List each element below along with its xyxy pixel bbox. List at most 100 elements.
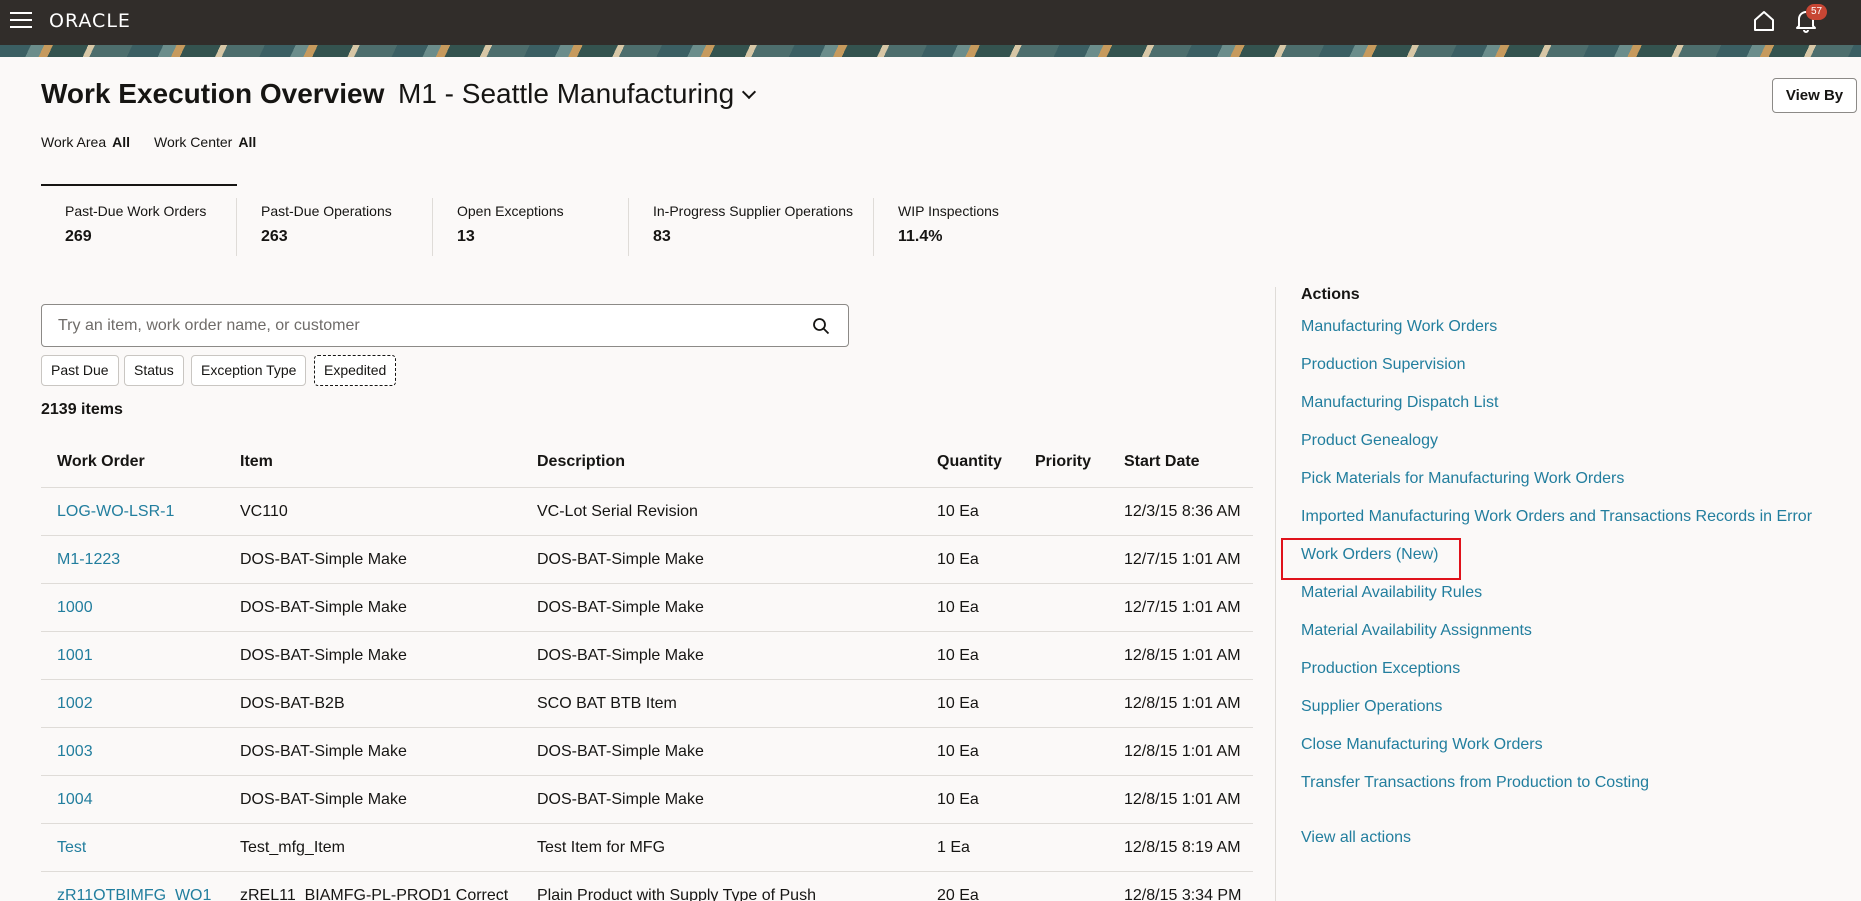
table-cell: 12/7/15 1:01 AM	[1124, 551, 1241, 568]
organization-selector[interactable]: M1 - Seattle Manufacturing	[398, 78, 757, 110]
action-link[interactable]: Imported Manufacturing Work Orders and T…	[1301, 508, 1812, 526]
column-header-work-order[interactable]: Work Order	[57, 453, 145, 471]
work-order-link[interactable]: 1000	[57, 599, 93, 617]
table-cell: DOS-BAT-Simple Make	[537, 647, 704, 664]
chip-exception-type[interactable]: Exception Type	[191, 355, 307, 386]
table-cell: Test_mfg_Item	[240, 839, 345, 856]
table-cell: DOS-BAT-Simple Make	[537, 551, 704, 568]
table-cell: DOS-BAT-Simple Make	[240, 791, 407, 808]
metric-label: WIP Inspections	[898, 203, 999, 219]
metric-wip-inspections[interactable]: WIP Inspections 11.4%	[874, 184, 1024, 262]
table-cell: 10 Ea	[937, 647, 979, 664]
table-cell: 12/8/15 3:34 PM	[1124, 887, 1242, 901]
notification-badge: 57	[1806, 4, 1828, 20]
chip-status[interactable]: Status	[124, 355, 184, 386]
work-order-link[interactable]: 1004	[57, 791, 93, 809]
table-cell: 12/8/15 1:01 AM	[1124, 647, 1241, 664]
metric-label: Past-Due Work Orders	[65, 203, 207, 219]
view-by-button[interactable]: View By	[1772, 78, 1857, 113]
view-all-actions-link[interactable]: View all actions	[1301, 829, 1411, 847]
action-link[interactable]: Production Exceptions	[1301, 660, 1460, 678]
column-header-quantity[interactable]: Quantity	[937, 453, 1002, 471]
action-link[interactable]: Material Availability Rules	[1301, 584, 1482, 602]
work-order-link[interactable]: 1001	[57, 647, 93, 665]
action-link[interactable]: Material Availability Assignments	[1301, 622, 1532, 640]
action-link[interactable]: Production Supervision	[1301, 356, 1466, 374]
header-banner	[0, 45, 1861, 57]
highlight-box	[1281, 538, 1461, 580]
work-order-link[interactable]: 1003	[57, 743, 93, 761]
table-cell: zREL11_BIAMFG-PL-PROD1 Correct	[240, 887, 509, 901]
work-order-link[interactable]: Test	[57, 839, 86, 857]
chip-past-due[interactable]: Past Due	[41, 355, 119, 386]
table-cell: DOS-BAT-B2B	[240, 695, 345, 712]
column-header-priority[interactable]: Priority	[1035, 453, 1091, 471]
work-center-label: Work Center	[154, 134, 233, 150]
table-cell: DOS-BAT-Simple Make	[537, 791, 704, 808]
work-area-label: Work Area	[41, 134, 107, 150]
table-cell: 20 Ea	[937, 887, 979, 901]
table-cell: DOS-BAT-Simple Make	[240, 743, 407, 760]
chip-expedited[interactable]: Expedited	[314, 355, 397, 386]
action-link[interactable]: Close Manufacturing Work Orders	[1301, 736, 1543, 754]
divider	[1275, 287, 1276, 901]
search-icon[interactable]	[812, 317, 830, 335]
action-link[interactable]: Product Genealogy	[1301, 432, 1438, 450]
action-link[interactable]: Pick Materials for Manufacturing Work Or…	[1301, 470, 1624, 488]
metric-open-exceptions[interactable]: Open Exceptions 13	[433, 184, 629, 262]
work-order-link[interactable]: 1002	[57, 695, 93, 713]
metric-label: Open Exceptions	[457, 203, 564, 219]
metric-value: 11.4%	[898, 228, 943, 245]
table-row[interactable]: 1000 DOS-BAT-Simple Make DOS-BAT-Simple Ma…	[41, 584, 1253, 632]
column-header-item[interactable]: Item	[240, 453, 273, 471]
table-cell: 10 Ea	[937, 743, 979, 760]
table-cell: 10 Ea	[937, 503, 979, 520]
table-row[interactable]: LOG-WO-LSR-1 VC110 VC-Lot Serial Revision 1…	[41, 488, 1253, 536]
table-row[interactable]: 1001 DOS-BAT-Simple Make DOS-BAT-Simple Ma…	[41, 632, 1253, 680]
metric-past-due-work-orders[interactable]: Past-Due Work Orders 269	[41, 184, 237, 262]
column-header-start-date[interactable]: Start Date	[1124, 453, 1200, 471]
action-link[interactable]: Supplier Operations	[1301, 698, 1442, 716]
table-cell: DOS-BAT-Simple Make	[537, 743, 704, 760]
table-row[interactable]: 1003 DOS-BAT-Simple Make DOS-BAT-Simple Ma…	[41, 728, 1253, 776]
actions-title: Actions	[1301, 286, 1360, 303]
table-row[interactable]: Test Test_mfg_Item Test Item for MFG 1 Ea 12…	[41, 824, 1253, 872]
action-link[interactable]: Transfer Transactions from Production to…	[1301, 774, 1649, 792]
metric-label: In-Progress Supplier Operations	[653, 203, 853, 219]
metric-value: 263	[261, 228, 288, 245]
table-body: LOG-WO-LSR-1 VC110 VC-Lot Serial Revision 1…	[41, 488, 1253, 901]
chevron-down-icon	[742, 84, 757, 100]
work-orders-table: Work Order Item Description Quantity Pri…	[41, 436, 1253, 901]
work-area-value: All	[112, 134, 130, 150]
table-cell: DOS-BAT-Simple Make	[240, 551, 407, 568]
metric-in-progress-supplier-operations[interactable]: In-Progress Supplier Operations 83	[629, 184, 874, 262]
table-header: Work Order Item Description Quantity Pri…	[41, 436, 1253, 488]
search-input[interactable]	[58, 315, 798, 337]
column-header-description[interactable]: Description	[537, 453, 625, 471]
action-link[interactable]: Manufacturing Work Orders	[1301, 318, 1497, 336]
table-cell: SCO BAT BTB Item	[537, 695, 677, 712]
work-area-filter[interactable]: Work Area All	[41, 134, 130, 150]
metric-past-due-operations[interactable]: Past-Due Operations 263	[237, 184, 433, 262]
work-order-link[interactable]: zR11OTBIMFG_WO1	[57, 887, 211, 901]
table-cell: 12/8/15 1:01 AM	[1124, 791, 1241, 808]
table-row[interactable]: 1004 DOS-BAT-Simple Make DOS-BAT-Simple Ma…	[41, 776, 1253, 824]
top-bar: ORACLE 57	[0, 0, 1861, 45]
table-cell: DOS-BAT-Simple Make	[240, 647, 407, 664]
table-cell: DOS-BAT-Simple Make	[240, 599, 407, 616]
table-row[interactable]: zR11OTBIMFG_WO1 zREL11_BIAMFG-PL-PROD1 Co…	[41, 872, 1253, 901]
menu-icon[interactable]	[10, 12, 32, 30]
work-order-link[interactable]: LOG-WO-LSR-1	[57, 503, 174, 521]
table-cell: Test Item for MFG	[537, 839, 666, 856]
action-link[interactable]: Manufacturing Dispatch List	[1301, 394, 1498, 412]
table-row[interactable]: M1-1223 DOS-BAT-Simple Make DOS-BAT-Simple…	[41, 536, 1253, 584]
work-order-link[interactable]: M1-1223	[57, 551, 120, 569]
table-cell: 12/8/15 8:19 AM	[1124, 839, 1241, 856]
home-icon[interactable]	[1752, 9, 1776, 33]
search-box	[41, 304, 849, 347]
work-center-value: All	[238, 134, 257, 150]
table-row[interactable]: 1002 DOS-BAT-B2B SCO BAT BTB Item 10 Ea 12/8…	[41, 680, 1253, 728]
table-cell: 1 Ea	[937, 839, 970, 856]
table-cell: 12/7/15 1:01 AM	[1124, 599, 1241, 616]
work-center-filter[interactable]: Work Center All	[154, 134, 256, 150]
